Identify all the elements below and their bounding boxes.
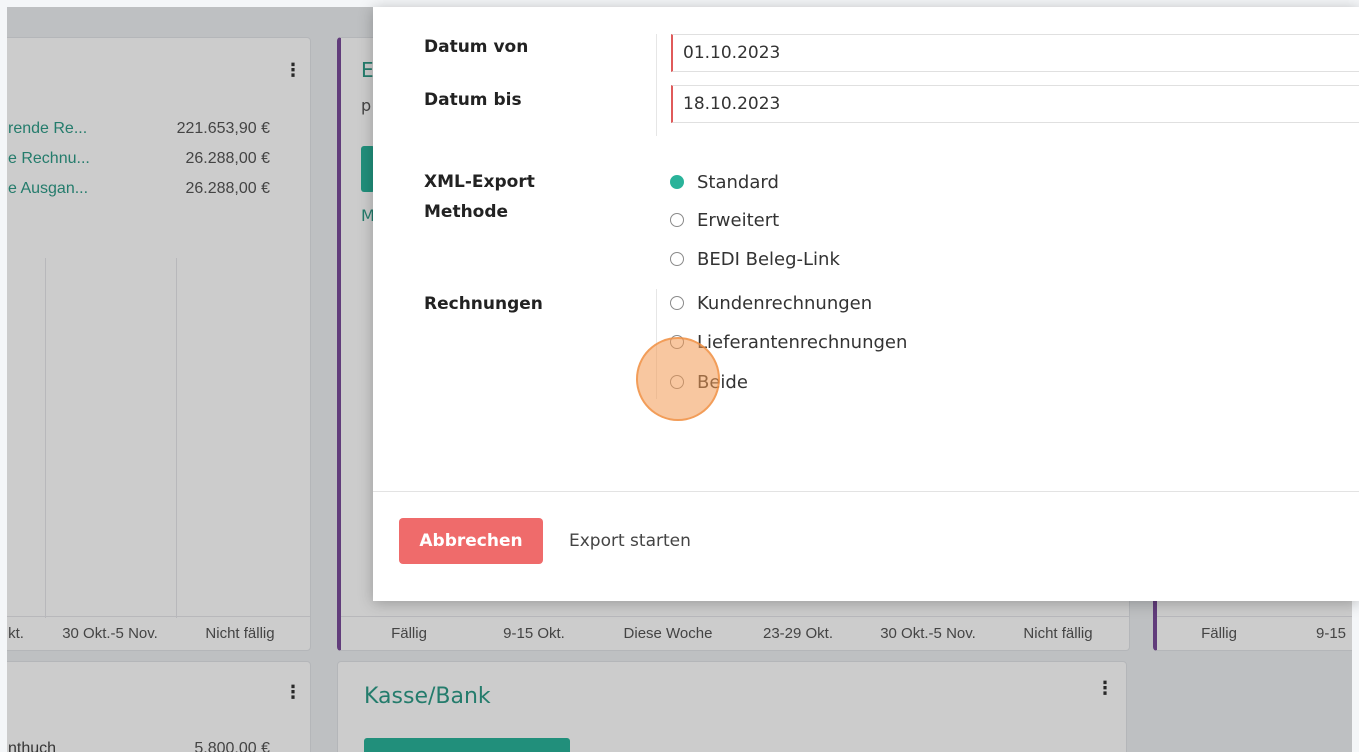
invoices-customer-radio[interactable]: Kundenrechnungen	[670, 290, 872, 316]
radio-label: Kundenrechnungen	[697, 292, 873, 314]
stat-value: 221.653,90 €	[176, 120, 270, 137]
stat-label[interactable]: e Rechnu...	[8, 150, 90, 168]
stat-label[interactable]: nthuch	[8, 740, 56, 752]
xml-method-label-line2: Methode	[424, 202, 509, 222]
x-tick-label: 23-29 Okt.	[762, 625, 834, 642]
field-divider	[656, 34, 657, 136]
cancel-button[interactable]: Abbrechen	[399, 518, 543, 564]
stat-row: rende Re... 221.653,90 €	[7, 120, 288, 142]
x-tick-label: Nicht fällig	[1023, 625, 1093, 642]
chart-x-axis: Fällig 9-15	[1157, 616, 1352, 651]
dialog-footer-divider	[373, 491, 1359, 492]
radio-unchecked-icon[interactable]	[670, 335, 684, 349]
date-to-field[interactable]	[671, 85, 1359, 123]
field-divider	[656, 289, 657, 399]
x-tick-label: 9-15 Okt.	[503, 625, 565, 642]
date-from-label: Datum von	[424, 37, 529, 57]
cash-bank-card: Kasse/Bank ⋮	[337, 661, 1127, 752]
x-tick-label: 30 Okt.-5 Nov.	[62, 625, 158, 642]
more-options-icon[interactable]: ⋮	[284, 60, 302, 81]
x-tick-label: kt.	[8, 625, 24, 642]
xml-method-extended-radio[interactable]: Erweitert	[670, 207, 779, 233]
card-subtitle-fragment: p	[361, 96, 372, 115]
radio-label: Standard	[697, 171, 779, 193]
radio-label: Beide	[697, 371, 748, 393]
ledger-card: ⋮ nthuch 5.800,00 €	[7, 661, 311, 752]
x-tick-label: Fällig	[1201, 625, 1237, 642]
chart-gridline	[45, 258, 46, 618]
x-tick-label: Fällig	[391, 625, 427, 642]
stat-row: nthuch 5.800,00 €	[7, 740, 288, 752]
invoices-label: Rechnungen	[424, 294, 543, 314]
chart-gridline	[176, 258, 177, 618]
radio-unchecked-icon[interactable]	[670, 213, 684, 227]
stat-value: 26.288,00 €	[185, 150, 270, 167]
card-title: Kasse/Bank	[364, 684, 491, 709]
card-title-fragment: E	[361, 58, 374, 82]
x-tick-label: 30 Okt.-5 Nov.	[880, 625, 976, 642]
stat-value: 5.800,00 €	[194, 740, 270, 752]
xml-method-label: XML-Export	[424, 172, 535, 192]
x-tick-label: 9-15	[1315, 625, 1347, 642]
invoices-both-radio[interactable]: Beide	[670, 369, 748, 395]
card-action-button[interactable]	[364, 738, 570, 752]
more-options-icon[interactable]: ⋮	[1096, 678, 1114, 699]
more-options-icon[interactable]: ⋮	[284, 682, 302, 703]
export-dialog: Datum von Datum bis XML-Export Methode S…	[373, 7, 1359, 601]
radio-label: BEDI Beleg-Link	[697, 248, 840, 270]
x-tick-label: Diese Woche	[623, 625, 713, 642]
stat-value: 26.288,00 €	[185, 180, 270, 197]
radio-label: Lieferantenrechnungen	[697, 331, 908, 353]
stat-row: e Ausgan... 26.288,00 €	[7, 180, 288, 202]
xml-method-bedi-radio[interactable]: BEDI Beleg-Link	[670, 246, 840, 272]
invoices-supplier-radio[interactable]: Lieferantenrechnungen	[670, 329, 907, 355]
chart-x-axis: Fällig 9-15 Okt. Diese Woche 23-29 Okt. …	[341, 616, 1129, 651]
date-from-field[interactable]	[671, 34, 1359, 72]
radio-unchecked-icon[interactable]	[670, 375, 684, 389]
chart-x-axis: kt. 30 Okt.-5 Nov. Nicht fällig	[7, 616, 310, 651]
stat-label[interactable]: rende Re...	[8, 120, 87, 138]
invoice-stats-card: ⋮ rende Re... 221.653,90 € e Rechnu... 2…	[7, 37, 311, 651]
radio-unchecked-icon[interactable]	[670, 252, 684, 266]
radio-unchecked-icon[interactable]	[670, 296, 684, 310]
date-to-label: Datum bis	[424, 90, 522, 110]
stat-row: e Rechnu... 26.288,00 €	[7, 150, 288, 172]
radio-checked-icon[interactable]	[670, 175, 684, 189]
start-export-button[interactable]: Export starten	[563, 518, 697, 564]
x-tick-label: Nicht fällig	[205, 625, 275, 642]
date-to-input[interactable]	[673, 86, 1359, 122]
date-from-input[interactable]	[673, 35, 1359, 71]
xml-method-standard-radio[interactable]: Standard	[670, 169, 779, 195]
radio-label: Erweitert	[697, 209, 780, 231]
stat-label[interactable]: e Ausgan...	[8, 180, 88, 198]
